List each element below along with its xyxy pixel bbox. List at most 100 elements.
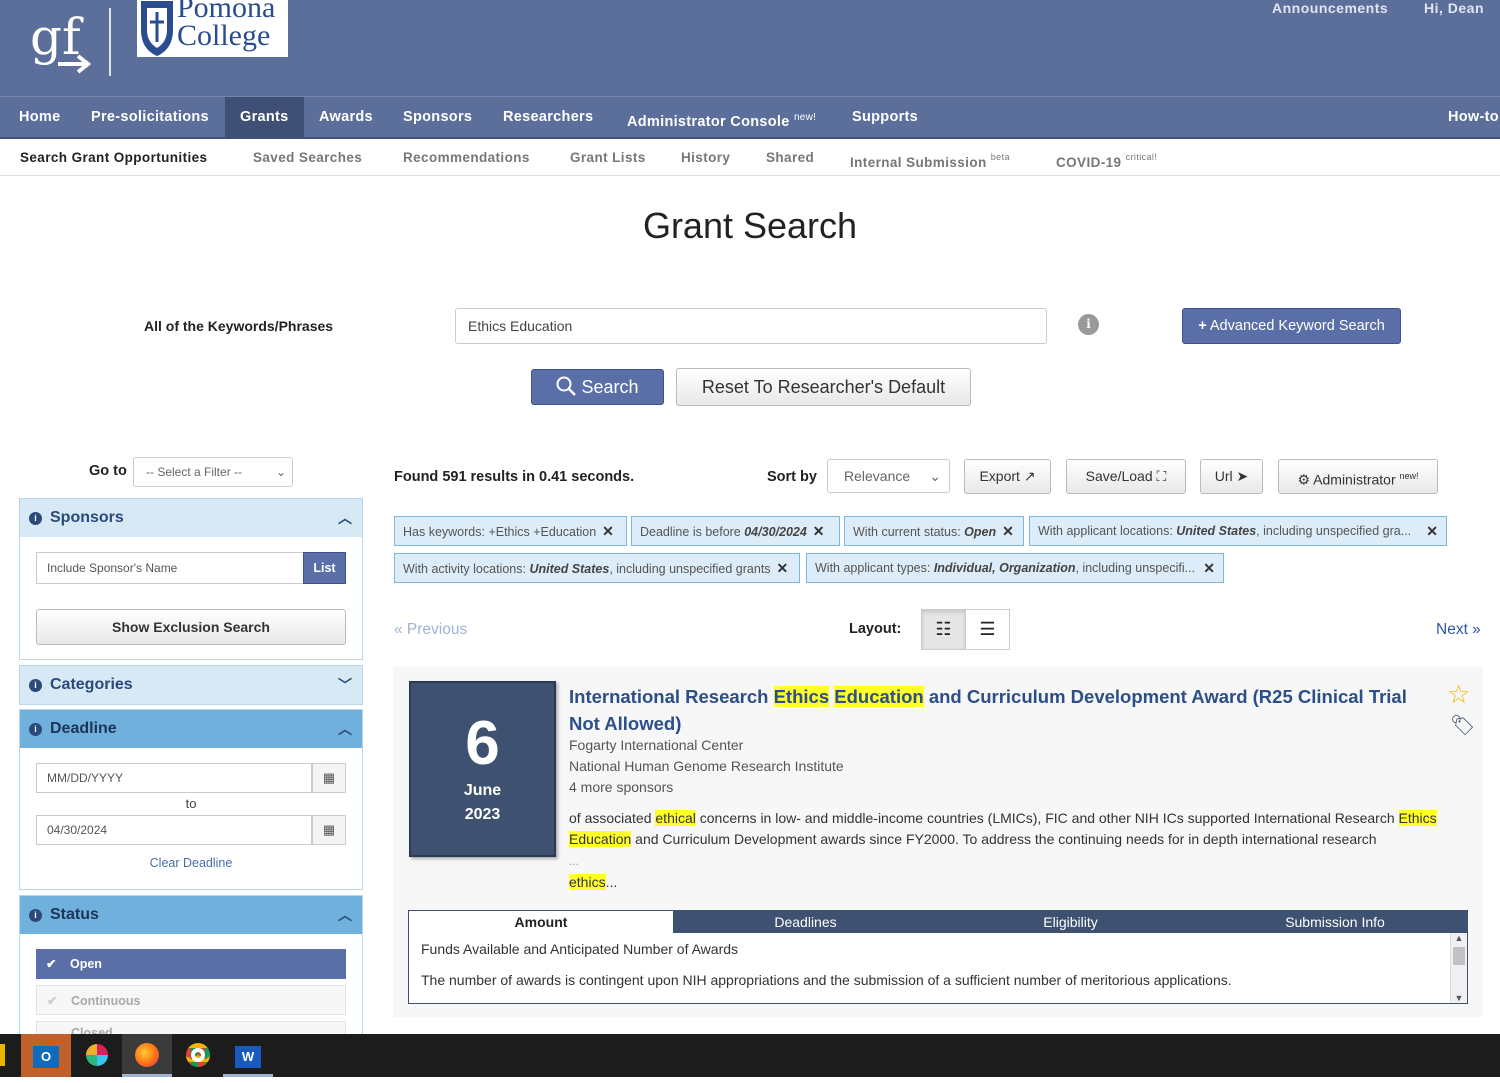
college-logo[interactable]: Pomona College bbox=[137, 0, 288, 57]
grant-detail-tabs: Amount Deadlines Eligibility Submission … bbox=[408, 910, 1468, 1004]
top-header: gf Pomona College Announcements Hi, Dean bbox=[0, 0, 1500, 96]
menu-icon: ☰ bbox=[979, 619, 996, 639]
status-option-open[interactable]: ✔ Open bbox=[36, 949, 346, 979]
subnav-grant-lists[interactable]: Grant Lists bbox=[570, 139, 646, 176]
subnav-internal-submission[interactable]: Internal Submission beta bbox=[850, 139, 1010, 176]
gf-logo-text: gf bbox=[30, 8, 84, 66]
star-icon[interactable]: ☆ bbox=[1447, 679, 1470, 710]
compact-list-layout-button[interactable]: ☰ bbox=[965, 609, 1010, 650]
info-icon[interactable]: i bbox=[1078, 314, 1099, 335]
export-button[interactable]: Export ↗ bbox=[964, 459, 1051, 494]
grant-title-link[interactable]: International Research Ethics Education … bbox=[569, 683, 1429, 737]
deadline-from-input[interactable]: MM/DD/YYYY bbox=[36, 763, 312, 793]
nav-supports[interactable]: Supports bbox=[837, 97, 933, 138]
sponsor-name-input[interactable]: Include Sponsor's Name bbox=[36, 552, 304, 584]
goto-filter-select[interactable]: -- Select a Filter -- ⌄ bbox=[133, 457, 293, 487]
status-panel-header[interactable]: i Status ︿ bbox=[20, 896, 362, 934]
sponsor-name[interactable]: Fogarty International Center bbox=[569, 737, 743, 753]
nav-how-to[interactable]: How-to bbox=[1433, 97, 1500, 138]
deadline-date-box: 6 June 2023 bbox=[409, 681, 556, 857]
subnav-saved-searches[interactable]: Saved Searches bbox=[253, 139, 362, 176]
sponsors-panel: i Sponsors ︿ Include Sponsor's Name List S… bbox=[19, 498, 363, 660]
calendar-icon[interactable]: ▦ bbox=[312, 815, 346, 845]
reset-default-button[interactable]: Reset To Researcher's Default bbox=[676, 368, 971, 406]
subnav-search-grant-opportunities[interactable]: Search Grant Opportunities bbox=[20, 139, 207, 176]
scroll-down-icon[interactable]: ▼ bbox=[1451, 993, 1467, 1003]
save-load-button[interactable]: Save/Load ⛶ bbox=[1066, 459, 1186, 494]
status-option-closed[interactable]: Closed bbox=[36, 1021, 346, 1034]
critical-badge: critical! bbox=[1125, 152, 1158, 162]
grant-excerpt: of associated ethical concerns in low- a… bbox=[569, 810, 1437, 890]
logo-divider bbox=[109, 8, 111, 76]
next-page-link[interactable]: Next » bbox=[1436, 621, 1481, 639]
sort-select[interactable]: Relevance ⌄ bbox=[827, 459, 950, 493]
announcements-link[interactable]: Announcements bbox=[1272, 0, 1388, 16]
subnav-shared[interactable]: Shared bbox=[766, 139, 814, 176]
scroll-thumb[interactable] bbox=[1453, 947, 1465, 965]
sort-label: Sort by bbox=[767, 469, 817, 485]
filter-chip-keywords: Has keywords: +Ethics +Education ✕ bbox=[394, 516, 627, 546]
show-exclusion-search-button[interactable]: Show Exclusion Search bbox=[36, 609, 346, 645]
status-option-continuous[interactable]: ✔ Continuous bbox=[36, 985, 346, 1015]
firefox-icon[interactable] bbox=[122, 1034, 172, 1077]
remove-filter-icon[interactable]: ✕ bbox=[1002, 523, 1014, 539]
deadline-to-input[interactable]: 04/30/2024 bbox=[36, 815, 312, 845]
tab-amount[interactable]: Amount bbox=[409, 911, 673, 933]
results-count: Found 591 results in 0.41 seconds. bbox=[394, 469, 635, 485]
administrator-button[interactable]: ⚙ Administrator new! bbox=[1278, 459, 1438, 494]
subnav-history[interactable]: History bbox=[681, 139, 730, 176]
remove-filter-icon[interactable]: ✕ bbox=[813, 523, 825, 539]
previous-page-link[interactable]: « Previous bbox=[394, 621, 467, 639]
tab-submission-info[interactable]: Submission Info bbox=[1203, 911, 1467, 933]
chrome-icon[interactable] bbox=[173, 1034, 223, 1077]
sponsor-list-button[interactable]: List bbox=[303, 552, 346, 584]
filter-chip-applicant-locations: With applicant locations: United States,… bbox=[1029, 516, 1447, 546]
keywords-input[interactable] bbox=[455, 308, 1047, 344]
remove-filter-icon[interactable]: ✕ bbox=[1426, 517, 1438, 545]
info-icon: i bbox=[29, 723, 42, 736]
sub-nav: Search Grant Opportunities Saved Searche… bbox=[0, 139, 1500, 176]
tab-deadlines[interactable]: Deadlines bbox=[673, 911, 938, 933]
tag-icon[interactable]: 🏷 bbox=[1450, 713, 1475, 738]
gear-icon: ⚙ bbox=[1297, 471, 1311, 488]
advanced-keyword-search-button[interactable]: + Advanced Keyword Search bbox=[1182, 308, 1401, 344]
remove-filter-icon[interactable]: ✕ bbox=[1203, 554, 1215, 582]
nav-sponsors[interactable]: Sponsors bbox=[388, 97, 487, 138]
grantforward-logo[interactable]: gf bbox=[28, 4, 98, 76]
url-button[interactable]: Url ➤ bbox=[1200, 459, 1263, 494]
new-badge: new! bbox=[1399, 471, 1419, 481]
clear-deadline-link[interactable]: Clear Deadline bbox=[20, 856, 362, 870]
subnav-covid-19[interactable]: COVID-19 critical! bbox=[1056, 139, 1157, 176]
college-name-line2: College bbox=[177, 19, 271, 52]
search-button[interactable]: Search bbox=[531, 369, 664, 405]
amount-heading: Funds Available and Anticipated Number o… bbox=[421, 941, 739, 957]
nav-administrator-console[interactable]: Administrator Console new! bbox=[612, 97, 831, 138]
categories-panel-header[interactable]: i Categories ﹀ bbox=[20, 666, 362, 704]
user-greeting-menu[interactable]: Hi, Dean bbox=[1424, 0, 1484, 16]
amount-text: The number of awards is contingent upon … bbox=[421, 972, 1232, 988]
info-icon: i bbox=[29, 679, 42, 692]
calendar-icon[interactable]: ▦ bbox=[312, 763, 346, 793]
sponsors-panel-header[interactable]: i Sponsors ︿ bbox=[20, 499, 362, 537]
nav-pre-solicitations[interactable]: Pre-solicitations bbox=[76, 97, 224, 138]
sponsor-name[interactable]: National Human Genome Research Institute bbox=[569, 758, 844, 774]
tab-scrollbar[interactable]: ▲ ▼ bbox=[1450, 933, 1467, 1003]
subnav-recommendations[interactable]: Recommendations bbox=[403, 139, 530, 176]
chevron-down-icon: ⌄ bbox=[929, 468, 941, 484]
keywords-label: All of the Keywords/Phrases bbox=[144, 318, 334, 334]
slack-icon[interactable] bbox=[72, 1034, 122, 1077]
remove-filter-icon[interactable]: ✕ bbox=[602, 523, 614, 539]
nav-researchers[interactable]: Researchers bbox=[488, 97, 608, 138]
tab-eligibility[interactable]: Eligibility bbox=[938, 911, 1203, 933]
deadline-panel: i Deadline ︿ MM/DD/YYYY ▦ to 04/30/2024 ▦ … bbox=[19, 709, 363, 890]
more-sponsors-link[interactable]: 4 more sponsors bbox=[569, 779, 673, 795]
deadline-panel-header[interactable]: i Deadline ︿ bbox=[20, 710, 362, 748]
nav-awards[interactable]: Awards bbox=[304, 97, 388, 138]
nav-home[interactable]: Home bbox=[4, 97, 76, 138]
nav-grants[interactable]: Grants bbox=[225, 97, 304, 138]
outlook-icon[interactable]: O bbox=[21, 1034, 71, 1077]
word-icon[interactable]: W bbox=[223, 1034, 273, 1077]
remove-filter-icon[interactable]: ✕ bbox=[777, 560, 789, 576]
detailed-list-layout-button[interactable]: ☷ bbox=[921, 609, 966, 650]
scroll-up-icon[interactable]: ▲ bbox=[1451, 933, 1467, 943]
